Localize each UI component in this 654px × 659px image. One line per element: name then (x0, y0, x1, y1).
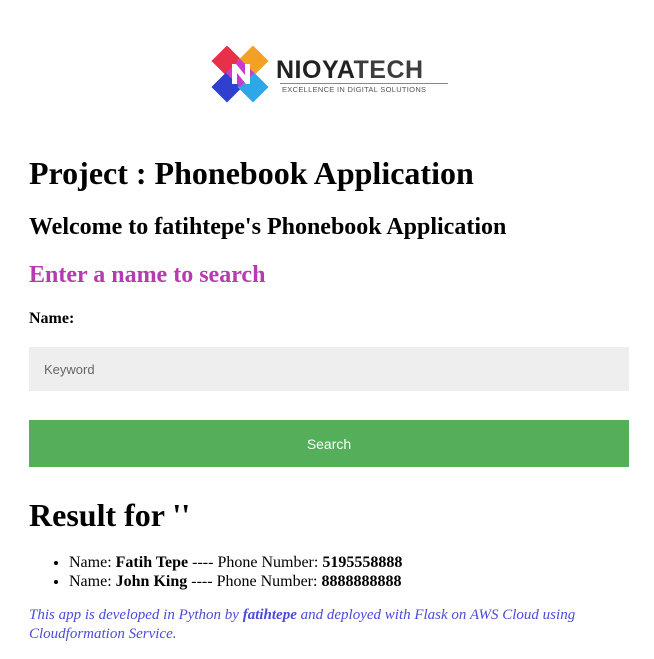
phone-prefix: Phone Number: (216, 573, 318, 590)
logo-wordmark: NIOYATECH (276, 56, 424, 84)
phone-prefix: Phone Number: (217, 554, 319, 571)
logo-divider (280, 83, 448, 84)
list-item: Name: John King ---- Phone Number: 88888… (69, 572, 402, 591)
contact-name: John King (115, 573, 188, 590)
search-button[interactable]: Search (29, 420, 629, 467)
footer-text-before: This app is developed in Python by (29, 607, 239, 623)
results-list: Name: Fatih Tepe ---- Phone Number: 5195… (29, 553, 402, 591)
name-label: Name: (29, 310, 75, 327)
contact-phone: 8888888888 (321, 573, 402, 590)
page-title: Project : Phonebook Application (29, 155, 474, 191)
footer-credits: This app is developed in Python by fatih… (29, 606, 629, 644)
separator: ---- (192, 554, 214, 571)
contact-name: Fatih Tepe (115, 554, 189, 571)
contact-phone: 5195558888 (322, 554, 403, 571)
company-logo: NIOYATECH EXCELLENCE IN DIGITAL SOLUTION… (0, 40, 654, 110)
keyword-input[interactable] (29, 347, 629, 391)
name-prefix: Name: (69, 554, 112, 571)
name-prefix: Name: (69, 573, 112, 590)
search-heading: Enter a name to search (29, 262, 266, 288)
list-item: Name: Fatih Tepe ---- Phone Number: 5195… (69, 553, 402, 572)
welcome-heading: Welcome to fatihtepe's Phonebook Applica… (29, 214, 507, 240)
separator: ---- (191, 573, 213, 590)
footer-author: fatihtepe (242, 607, 297, 623)
result-heading: Result for '' (29, 497, 191, 533)
logo-tagline: EXCELLENCE IN DIGITAL SOLUTIONS (282, 85, 427, 94)
nioyatech-logo-icon (211, 46, 269, 103)
